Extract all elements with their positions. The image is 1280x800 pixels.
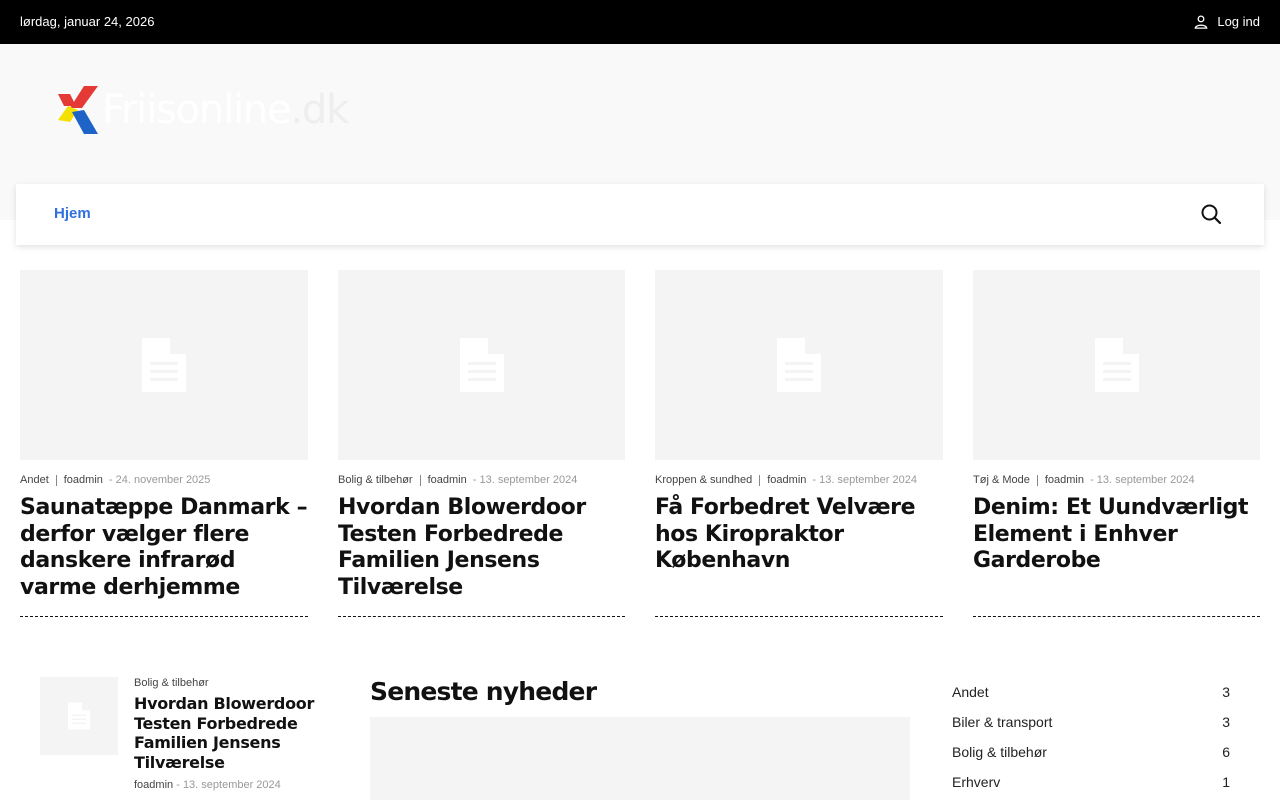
side-post-author[interactable]: foadmin <box>134 779 173 791</box>
category-name: Bolig & tilbehør <box>952 744 1047 760</box>
category-count: 3 <box>1222 714 1230 730</box>
category-list: Andet 3 Biler & transport 3 Bolig & tilbeh… <box>952 684 1230 800</box>
latest-news-heading: Seneste nyheder <box>370 677 597 706</box>
document-placeholder-icon <box>1094 338 1139 392</box>
category-item[interactable]: Andet 3 <box>952 684 1230 714</box>
article-author[interactable]: foadmin <box>64 474 103 486</box>
article-author[interactable]: foadmin <box>428 474 467 486</box>
card-divider <box>338 616 625 617</box>
nav-item-home[interactable]: Hjem <box>54 205 91 222</box>
category-name: Andet <box>952 684 989 700</box>
top-bar: lørdag, januar 24, 2026 Log ind <box>0 0 1280 44</box>
article-title[interactable]: Få Forbedret Velvære hos Kiropraktor Køb… <box>655 495 943 575</box>
article-author[interactable]: foadmin <box>767 474 806 486</box>
document-placeholder-icon <box>777 338 821 392</box>
article-card[interactable]: Tøj & Mode foadmin - 13. september 2024 … <box>973 270 1260 617</box>
logo-wordmark: Friisonline.dk <box>102 87 349 133</box>
category-item[interactable]: Erhverv 1 <box>952 774 1230 800</box>
side-post-thumbnail[interactable] <box>40 677 118 755</box>
category-count: 6 <box>1222 744 1230 760</box>
article-title[interactable]: Saunatæppe Danmark – derfor vælger flere… <box>20 495 308 601</box>
meta-divider <box>1036 474 1038 486</box>
meta-divider <box>419 474 421 486</box>
article-date: 13. september 2024 <box>1096 474 1195 486</box>
category-name: Biler & transport <box>952 714 1053 730</box>
side-post-title[interactable]: Hvordan Blowerdoor Testen Forbedrede Fam… <box>134 694 334 772</box>
article-thumbnail[interactable] <box>338 270 625 460</box>
logo-mark-icon <box>58 86 98 134</box>
article-thumbnail[interactable] <box>655 270 943 460</box>
category-item[interactable]: Biler & transport 3 <box>952 714 1230 744</box>
document-placeholder-icon <box>68 702 90 730</box>
card-divider <box>20 616 308 617</box>
category-count: 3 <box>1222 684 1230 700</box>
article-category[interactable]: Kroppen & sundhed <box>655 474 752 486</box>
meta-divider <box>759 474 761 486</box>
article-title[interactable]: Denim: Et Uundværligt Element i Enhver G… <box>973 495 1260 575</box>
card-divider <box>655 616 943 617</box>
search-icon[interactable] <box>1200 203 1222 225</box>
article-card[interactable]: Andet foadmin - 24. november 2025 Saunat… <box>20 270 308 617</box>
category-count: 1 <box>1222 774 1230 790</box>
main-nav: Hjem <box>16 184 1264 245</box>
logo-tld: .dk <box>290 87 349 133</box>
side-post-meta: foadmin - 13. september 2024 <box>134 779 281 791</box>
article-author[interactable]: foadmin <box>1045 474 1084 486</box>
article-date: 13. september 2024 <box>479 474 578 486</box>
current-date: lørdag, januar 24, 2026 <box>20 14 155 29</box>
article-meta: Tøj & Mode foadmin - 13. september 2024 <box>973 474 1195 486</box>
side-post-category[interactable]: Bolig & tilbehør <box>134 677 209 689</box>
article-meta: Kroppen & sundhed foadmin - 13. septembe… <box>655 474 917 486</box>
document-placeholder-icon <box>142 338 186 392</box>
side-post-date: 13. september 2024 <box>182 779 281 791</box>
latest-news-image[interactable] <box>370 717 910 800</box>
category-name: Erhverv <box>952 774 1001 790</box>
article-category[interactable]: Tøj & Mode <box>973 474 1030 486</box>
category-item[interactable]: Bolig & tilbehør 6 <box>952 744 1230 774</box>
document-placeholder-icon <box>459 338 504 392</box>
article-category[interactable]: Bolig & tilbehør <box>338 474 413 486</box>
article-meta: Bolig & tilbehør foadmin - 13. september… <box>338 474 578 486</box>
article-date: 13. september 2024 <box>819 474 917 486</box>
login-label: Log ind <box>1217 14 1260 29</box>
card-divider <box>973 616 1260 617</box>
article-thumbnail[interactable] <box>20 270 308 460</box>
user-icon <box>1194 14 1208 29</box>
article-category[interactable]: Andet <box>20 474 49 486</box>
article-title[interactable]: Hvordan Blowerdoor Testen Forbedrede Fam… <box>338 495 625 601</box>
article-card[interactable]: Bolig & tilbehør foadmin - 13. september… <box>338 270 625 617</box>
article-date: 24. november 2025 <box>115 474 211 486</box>
meta-divider <box>55 474 57 486</box>
article-card[interactable]: Kroppen & sundhed foadmin - 13. septembe… <box>655 270 943 617</box>
article-meta: Andet foadmin - 24. november 2025 <box>20 474 211 486</box>
site-logo[interactable]: Friisonline.dk <box>58 86 349 134</box>
login-link[interactable]: Log ind <box>1194 14 1260 29</box>
article-thumbnail[interactable] <box>973 270 1260 460</box>
